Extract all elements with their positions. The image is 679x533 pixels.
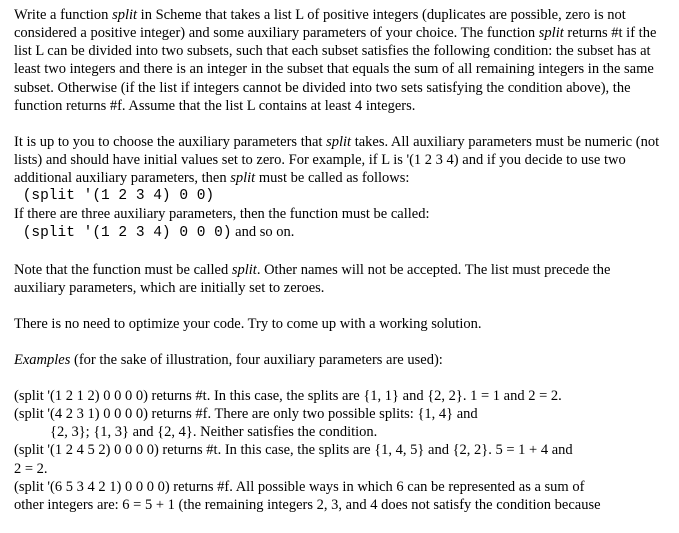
- function-name: split: [232, 262, 257, 278]
- example-2b: {2, 3}; {1, 3} and {2, 4}. Neither satis…: [50, 423, 665, 441]
- code-example-1: (split '(1 2 3 4) 0 0): [14, 187, 665, 205]
- code-example-2: (split '(1 2 3 4) 0 0 0): [14, 225, 232, 241]
- example-4a: (split '(6 5 3 4 2 1) 0 0 0 0) returns #…: [14, 478, 665, 496]
- function-name: split: [112, 7, 137, 23]
- text: and so on.: [232, 224, 295, 240]
- paragraph-1: Write a function split in Scheme that ta…: [14, 6, 665, 115]
- text: Note that the function must be called: [14, 262, 232, 278]
- example-2a: (split '(4 2 3 1) 0 0 0 0) returns #f. T…: [14, 405, 665, 423]
- paragraph-5: Examples (for the sake of illustration, …: [14, 351, 665, 369]
- paragraph-4: There is no need to optimize your code. …: [14, 315, 665, 333]
- paragraph-3: Note that the function must be called sp…: [14, 261, 665, 297]
- example-4b: other integers are: 6 = 5 + 1 (the remai…: [14, 496, 665, 514]
- text: (for the sake of illustration, four auxi…: [70, 352, 442, 368]
- example-3b: 2 = 2.: [14, 460, 665, 478]
- function-name: split: [539, 25, 564, 41]
- examples-heading: Examples: [14, 352, 70, 368]
- paragraph-2: It is up to you to choose the auxiliary …: [14, 133, 665, 187]
- function-name: split: [326, 134, 351, 150]
- function-name: split: [230, 170, 255, 186]
- paragraph-2d: If there are three auxiliary parameters,…: [14, 205, 665, 223]
- example-3a: (split '(1 2 4 5 2) 0 0 0 0) returns #t.…: [14, 441, 665, 459]
- code-example-2-line: (split '(1 2 3 4) 0 0 0) and so on.: [14, 223, 665, 242]
- text: It is up to you to choose the auxiliary …: [14, 134, 326, 150]
- text: Write a function: [14, 7, 112, 23]
- example-1: (split '(1 2 1 2) 0 0 0 0) returns #t. I…: [14, 387, 665, 405]
- text: must be called as follows:: [255, 170, 409, 186]
